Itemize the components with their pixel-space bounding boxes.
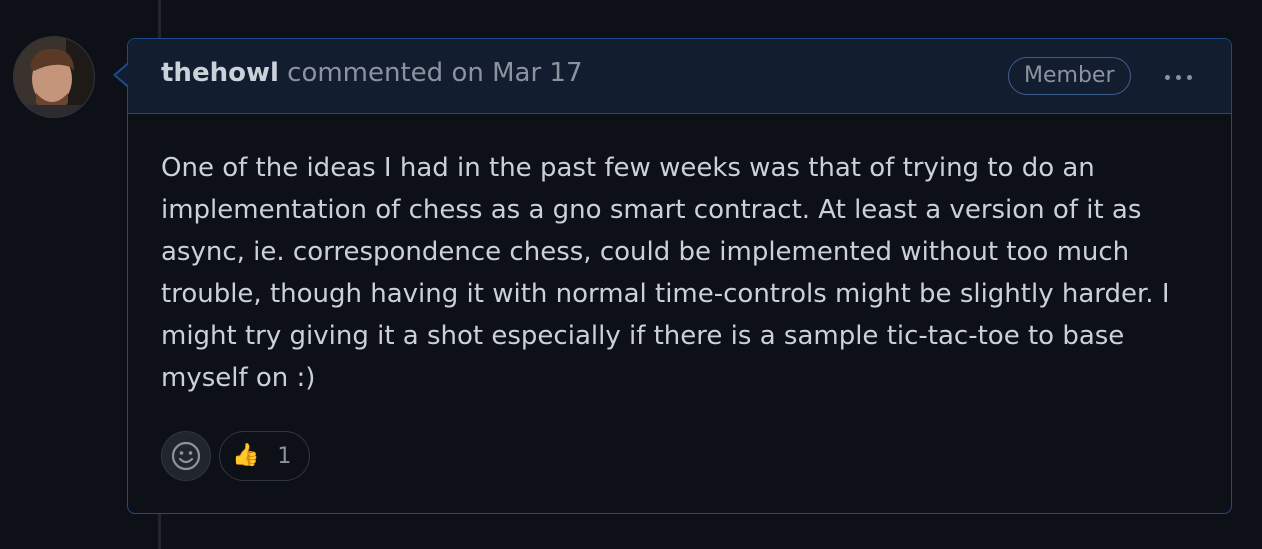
thumbs-up-reaction[interactable]: 👍 1 <box>219 431 311 481</box>
thumbs-up-icon: 👍 <box>232 443 260 468</box>
comment-header: thehowl commented on Mar 17 Member <box>128 39 1231 114</box>
avatar-image <box>14 37 94 117</box>
reactions-bar: 👍 1 <box>161 431 311 481</box>
smiley-icon <box>171 441 201 471</box>
comment-body: One of the ideas I had in the past few w… <box>161 153 1170 393</box>
member-badge: Member <box>1008 57 1131 95</box>
more-options-icon[interactable] <box>1158 65 1198 89</box>
avatar[interactable] <box>14 37 94 117</box>
comment-box: thehowl commented on Mar 17 Member One o… <box>127 38 1232 514</box>
comment-meta: thehowl commented on Mar 17 <box>161 58 583 88</box>
comment-pointer-fill <box>116 64 129 86</box>
add-reaction-button[interactable] <box>161 431 211 481</box>
reaction-count: 1 <box>277 443 292 469</box>
comment-timeline: thehowl commented on Mar 17 Member One o… <box>0 0 1262 549</box>
comment-timestamp[interactable]: commented on Mar 17 <box>287 58 582 88</box>
author-link[interactable]: thehowl <box>161 58 279 88</box>
